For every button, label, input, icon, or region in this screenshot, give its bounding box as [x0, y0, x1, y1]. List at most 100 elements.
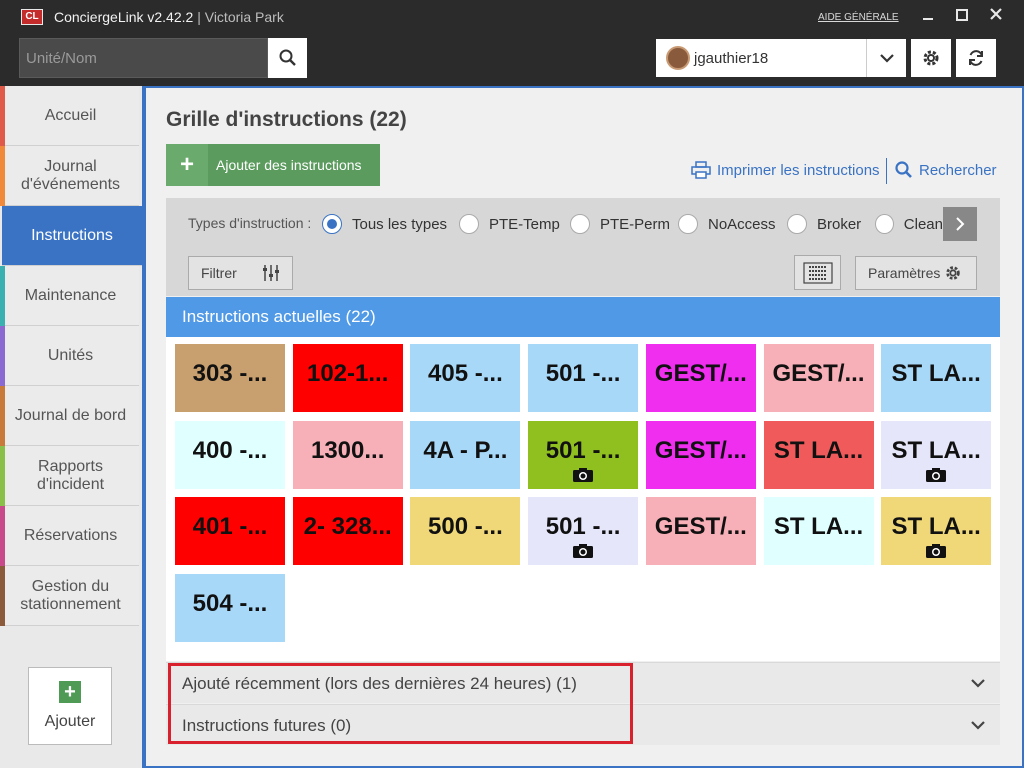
sidebar-item-label: Maintenance	[24, 286, 117, 304]
sidebar-item-accueil[interactable]: Accueil	[0, 86, 139, 146]
instruction-tile[interactable]: GEST/...	[645, 344, 756, 412]
gear-icon	[946, 266, 961, 280]
search-icon	[895, 161, 912, 178]
instruction-tile[interactable]: ST LA...	[881, 497, 992, 566]
type-radio-pte-perm[interactable]: PTE-Perm	[570, 214, 670, 234]
maximize-button[interactable]	[951, 7, 973, 27]
camera-icon	[573, 467, 594, 482]
grid-icon	[802, 261, 833, 284]
maximize-icon	[956, 9, 968, 21]
instruction-tile-label: ST LA...	[891, 513, 981, 541]
sidebar-item-journal-de-bord[interactable]: Journal de bord	[0, 386, 139, 446]
instruction-tile-label: GEST/...	[654, 513, 747, 541]
filter-label: Filtrer	[201, 265, 237, 281]
instruction-tile[interactable]: 405 -...	[410, 344, 521, 412]
close-icon	[990, 8, 1002, 20]
settings-button[interactable]	[911, 39, 951, 77]
unit-search-input[interactable]	[19, 38, 268, 78]
instruction-tile-label: GEST/...	[654, 360, 747, 387]
instruction-tile[interactable]: 501 -...	[528, 344, 639, 412]
instruction-tile[interactable]: GEST/...	[645, 420, 756, 489]
refresh-icon	[969, 50, 983, 66]
avatar	[666, 46, 690, 70]
instruction-tile[interactable]: 500 -...	[410, 497, 521, 566]
instruction-tile[interactable]: GEST/...	[645, 497, 756, 566]
print-instructions-link[interactable]: Imprimer les instructions	[691, 161, 880, 179]
add-instructions-button[interactable]: + Ajouter des instructions	[166, 144, 380, 186]
chevron-right-icon	[956, 217, 965, 231]
instruction-tile[interactable]: 303 -...	[175, 344, 285, 412]
sidebar-item-unites[interactable]: Unités	[0, 326, 139, 386]
search-button[interactable]	[268, 38, 307, 78]
type-radio-broker[interactable]: Broker	[787, 214, 861, 234]
print-label: Imprimer les instructions	[717, 161, 880, 179]
sidebar-item-gestion-stationnement[interactable]: Gestion du stationnement	[0, 566, 139, 626]
radio-label: Tous les types	[352, 215, 448, 233]
instruction-tile[interactable]: ST LA...	[881, 344, 992, 412]
app-name: ConciergeLink v2.42.2	[54, 9, 194, 25]
search-link[interactable]: Rechercher	[895, 161, 997, 179]
instruction-tile[interactable]: 501 -...	[528, 420, 639, 489]
instruction-tile[interactable]: ST LA...	[763, 420, 874, 489]
refresh-button[interactable]	[956, 39, 996, 77]
instruction-tile[interactable]: 400 -...	[175, 420, 285, 489]
instruction-tile-label: 501 -...	[545, 436, 621, 464]
instruction-tile-label: 401 -...	[192, 513, 268, 541]
radio-button	[787, 214, 807, 234]
type-radio-all[interactable]: Tous les types	[322, 214, 447, 234]
type-radio-noaccess[interactable]: NoAccess	[678, 214, 776, 234]
instruction-tile-label: 102-1...	[306, 360, 389, 387]
divider	[886, 158, 887, 184]
search-label: Rechercher	[919, 161, 997, 179]
type-radio-pte-temp[interactable]: PTE-Temp	[459, 214, 560, 234]
nav-color-stripe	[0, 446, 5, 506]
sidebar-item-reservations[interactable]: Réservations	[0, 506, 139, 566]
title-bar: CL ConciergeLink v2.42.2 | Victoria Park…	[0, 0, 1024, 34]
current-instructions-header[interactable]: Instructions actuelles (22)	[166, 297, 1000, 337]
instruction-tile-label: 501 -...	[545, 360, 621, 387]
instruction-tile[interactable]: 501 -...	[528, 497, 639, 566]
instruction-tile[interactable]: 102-1...	[292, 344, 403, 412]
nav-color-stripe	[0, 566, 5, 626]
filter-button[interactable]: Filtrer	[188, 256, 293, 290]
radio-label: PTE-Temp	[489, 215, 560, 233]
camera-icon	[926, 467, 947, 482]
instruction-tile-label: ST LA...	[891, 436, 981, 464]
user-selector[interactable]: jgauthier18	[656, 39, 866, 77]
type-radio-clean[interactable]: Clean	[875, 214, 943, 234]
instruction-tile[interactable]: 4A - P...	[410, 420, 521, 489]
close-button[interactable]	[985, 7, 1007, 27]
instruction-tile[interactable]: 1300...	[292, 420, 403, 489]
user-dropdown-button[interactable]	[866, 39, 906, 77]
chevron-down-icon	[971, 679, 985, 688]
radio-label: Broker	[817, 215, 862, 233]
page-title: Grille d'instructions (22)	[166, 108, 407, 131]
help-link[interactable]: AIDE GÉNÉRALE	[818, 12, 899, 23]
sidebar-item-label: Journal d'événements	[20, 157, 121, 193]
sidebar-item-maintenance[interactable]: Maintenance	[0, 266, 139, 326]
minimize-button[interactable]	[917, 7, 939, 27]
instruction-tile-label: ST LA...	[773, 436, 864, 464]
radio-label: Clean	[903, 215, 943, 233]
instruction-tile[interactable]: GEST/...	[763, 344, 874, 412]
parameters-button[interactable]: Paramètres	[855, 256, 977, 290]
radio-button	[570, 214, 590, 234]
radio-button	[678, 214, 698, 234]
sidebar-item-journal-evenements[interactable]: Journal d'événements	[0, 146, 139, 206]
grid-view-button[interactable]	[794, 255, 841, 290]
sidebar-item-label: Accueil	[44, 106, 97, 124]
sliders-icon	[262, 265, 279, 281]
sidebar-item-rapports-incident[interactable]: Rapports d'incident	[0, 446, 139, 506]
instruction-tile[interactable]: ST LA...	[881, 420, 992, 489]
add-button[interactable]: + Ajouter	[28, 667, 112, 745]
gear-icon	[923, 50, 939, 66]
sidebar-item-instructions[interactable]: Instructions	[2, 206, 158, 266]
instruction-tile[interactable]: 504 -...	[175, 574, 285, 643]
instruction-tile[interactable]: 2- 328...	[292, 497, 403, 566]
radio-button	[459, 214, 479, 234]
instruction-tile[interactable]: ST LA...	[763, 497, 874, 566]
instruction-tile[interactable]: 401 -...	[175, 497, 285, 566]
types-scroll-right-button[interactable]	[943, 207, 977, 241]
toolbar: jgauthier18	[0, 34, 1024, 86]
nav-color-stripe	[0, 266, 5, 326]
